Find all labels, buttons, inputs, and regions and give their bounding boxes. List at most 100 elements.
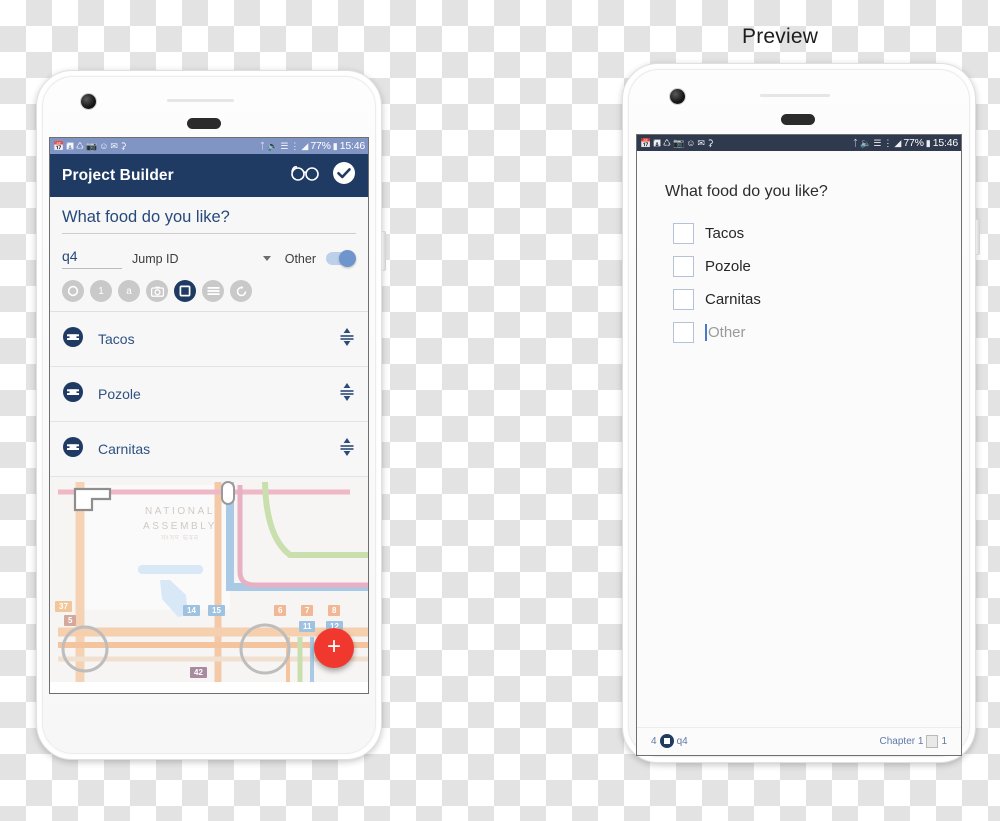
list-item[interactable]: Pozole (673, 256, 933, 277)
list-item-other[interactable]: Other (673, 322, 933, 343)
screenshot-icon: 📷 (85, 140, 98, 151)
table-row[interactable]: Tacos (50, 312, 368, 367)
smiley-icon: ☺ (686, 137, 696, 148)
front-camera-icon (670, 89, 685, 104)
table-row[interactable]: Pozole (50, 367, 368, 422)
status-notification-icons: 📅 🖪 ♺ 📷 ☺ ✉ ⚳ (640, 137, 714, 148)
choice-type-icon (62, 436, 84, 463)
list-type-icon[interactable] (202, 280, 224, 302)
text-type-icon[interactable]: a (118, 280, 140, 302)
map-badge: 37 (55, 601, 72, 612)
checkbox-icon[interactable] (673, 322, 694, 343)
usb-icon: ⚳ (706, 137, 714, 148)
checkbox-icon[interactable] (673, 256, 694, 277)
clock-label: 15:46 (932, 136, 958, 149)
power-button[interactable] (382, 231, 386, 271)
power-button[interactable] (976, 219, 980, 255)
loop-type-icon[interactable] (230, 280, 252, 302)
mail-icon: ✉ (110, 140, 118, 151)
battery-percent-label: 77% (310, 139, 331, 152)
map-subtitle: সংসদ ভবন (160, 535, 200, 542)
map-badge: 15 (208, 605, 225, 616)
usb-icon: ⚳ (119, 140, 127, 151)
table-row[interactable]: Carnitas (50, 422, 368, 477)
option-label: Tacos (705, 225, 745, 242)
chevron-down-icon (262, 256, 271, 261)
app-header: Project Builder (50, 154, 368, 197)
footer-chapter-info: Chapter 1 1 (879, 734, 947, 748)
top-slit (167, 99, 234, 102)
question-field-row: What food do you like? (50, 197, 368, 240)
add-choice-button[interactable]: + (314, 628, 354, 668)
other-toggle-switch[interactable] (326, 250, 356, 267)
check-circle-icon[interactable] (332, 161, 356, 190)
radio-type-icon[interactable] (62, 280, 84, 302)
checkbox-icon[interactable] (673, 289, 694, 310)
battery-percent-label: 77% (903, 136, 924, 149)
map-background[interactable]: NATIONAL ASSEMBLY সংসদ ভবন 37 5 14 15 6 … (50, 477, 368, 682)
choice-label: Pozole (98, 386, 141, 402)
save-icon: 🖪 (66, 140, 74, 151)
signal-icon: ◢ (894, 137, 902, 148)
list-item[interactable]: Tacos (673, 223, 933, 244)
map-title: NATIONAL ASSEMBLY (143, 506, 217, 532)
status-bar-editor: 📅 🖪 ♺ 📷 ☺ ✉ ⚳ ᛏ 🔈 ☰ ⋮ ◢ 77% ▮ 15:46 (50, 138, 368, 154)
checkbox-type-icon[interactable] (174, 280, 196, 302)
map-badge: 11 (299, 621, 316, 632)
footer-question-info: 4 q4 (651, 734, 688, 748)
jump-id-label: Jump ID (132, 251, 179, 266)
map-badge: 6 (274, 605, 287, 616)
bluetooth-icon: ᛏ (852, 137, 859, 148)
map-badge: 42 (190, 667, 207, 678)
vibrate-icon: ⋮ (883, 137, 893, 148)
page-number-label: 1 (941, 735, 947, 747)
choice-type-icon (62, 381, 84, 408)
choice-label: Tacos (98, 331, 135, 347)
status-bar-preview: 📅 🖪 ♺ 📷 ☺ ✉ ⚳ ᛏ 🔈 ☰ ⋮ ◢ 77% ▮ 15:46 (637, 135, 961, 151)
save-icon: 🖪 (653, 137, 661, 148)
screen-editor: 📅 🖪 ♺ 📷 ☺ ✉ ⚳ ᛏ 🔈 ☰ ⋮ ◢ 77% ▮ 15:46 Proj… (49, 137, 369, 694)
map-badge: 8 (328, 605, 341, 616)
camera-type-icon[interactable] (146, 280, 168, 302)
jump-id-dropdown[interactable]: Jump ID (132, 252, 275, 266)
status-notification-icons: 📅 🖪 ♺ 📷 ☺ ✉ ⚳ (53, 140, 127, 151)
clock-label: 15:46 (339, 139, 365, 152)
glasses-icon[interactable] (290, 164, 320, 187)
preview-footer: 4 q4 Chapter 1 1 (637, 727, 961, 755)
question-id-input[interactable]: q4 (62, 248, 122, 269)
earpiece-grille (781, 114, 815, 125)
mute-icon: 🔈 (860, 137, 872, 148)
question-input[interactable]: What food do you like? (62, 208, 356, 234)
earpiece-grille (187, 118, 221, 129)
signal-icon: ◢ (301, 140, 309, 151)
map-badge: 7 (301, 605, 314, 616)
smiley-icon: ☺ (99, 140, 109, 151)
status-system-icons: ᛏ 🔈 ☰ ⋮ ◢ 77% ▮ 15:46 (853, 138, 958, 149)
screen-preview: 📅 🖪 ♺ 📷 ☺ ✉ ⚳ ᛏ 🔈 ☰ ⋮ ◢ 77% ▮ 15:46 What… (636, 134, 962, 756)
checkbox-icon[interactable] (673, 223, 694, 244)
map-badge: 5 (64, 615, 77, 626)
choices-list: Tacos Pozole Carnitas (50, 311, 368, 477)
question-id-label: q4 (676, 735, 688, 747)
choice-type-icon (62, 326, 84, 353)
battery-icon: ▮ (332, 140, 338, 151)
app-title: Project Builder (62, 166, 174, 184)
reorder-handle-icon[interactable] (338, 381, 356, 408)
question-type-selector: 1 a (50, 273, 368, 311)
header-actions (290, 161, 356, 190)
option-label: Pozole (705, 258, 751, 275)
sync-icon: ♺ (75, 140, 84, 151)
top-slit (760, 94, 830, 97)
reorder-handle-icon[interactable] (338, 436, 356, 463)
vibrate-icon: ⋮ (290, 140, 300, 151)
number-type-icon[interactable]: 1 (90, 280, 112, 302)
other-input[interactable]: Other (705, 324, 746, 341)
list-item[interactable]: Carnitas (673, 289, 933, 310)
wifi-icon: ☰ (873, 137, 882, 148)
sync-icon: ♺ (662, 137, 671, 148)
status-system-icons: ᛏ 🔈 ☰ ⋮ ◢ 77% ▮ 15:46 (260, 141, 365, 152)
chapter-label: Chapter 1 (879, 735, 924, 747)
reorder-handle-icon[interactable] (338, 326, 356, 353)
option-label: Carnitas (705, 291, 761, 308)
preview-options-list: Tacos Pozole Carnitas Other (637, 201, 961, 727)
